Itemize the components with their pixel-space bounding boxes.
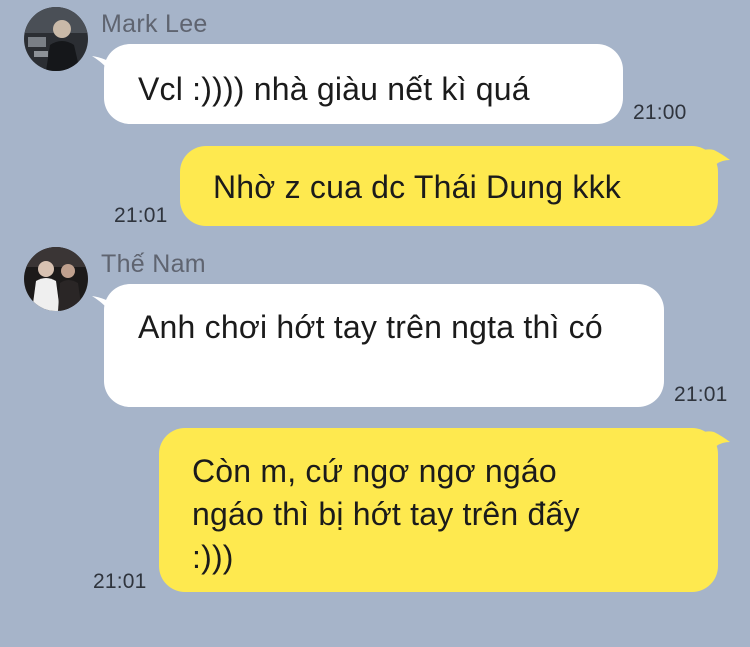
user-avatar-icon bbox=[24, 7, 88, 71]
message-time: 21:00 bbox=[633, 101, 687, 124]
message-text: Nhờ z cua dc Thái Dung kkk bbox=[213, 169, 621, 205]
message-bubble-incoming[interactable]: Vcl :)))) nhà giàu nết kì quá bbox=[104, 44, 623, 124]
bubble-tail bbox=[700, 149, 730, 176]
message-bubble-outgoing[interactable]: Còn m, cứ ngơ ngơ ngáo ngáo thì bị hớt t… bbox=[159, 428, 718, 592]
message-bubble-outgoing[interactable]: Nhờ z cua dc Thái Dung kkk bbox=[180, 146, 718, 226]
bubble-tail bbox=[700, 431, 730, 458]
message-time: 21:01 bbox=[114, 204, 168, 227]
message-time: 21:01 bbox=[674, 383, 728, 406]
user-avatar-icon bbox=[24, 247, 88, 311]
sender-avatar-mark-lee[interactable] bbox=[24, 7, 88, 71]
sender-name: Mark Lee bbox=[101, 10, 208, 38]
message-time: 21:01 bbox=[93, 570, 147, 593]
sender-name: Thế Nam bbox=[101, 250, 206, 278]
message-bubble-incoming[interactable]: Anh chơi hớt tay trên ngta thì có bbox=[104, 284, 664, 407]
message-text: Còn m, cứ ngơ ngơ ngáo ngáo thì bị hớt t… bbox=[192, 453, 580, 575]
message-text: Anh chơi hớt tay trên ngta thì có bbox=[138, 309, 603, 345]
message-text: Vcl :)))) nhà giàu nết kì quá bbox=[138, 71, 530, 107]
sender-avatar-the-nam[interactable] bbox=[24, 247, 88, 311]
chat-message-list[interactable]: Mark Lee Vcl :)))) nhà giàu nết kì quá 2… bbox=[0, 0, 750, 647]
